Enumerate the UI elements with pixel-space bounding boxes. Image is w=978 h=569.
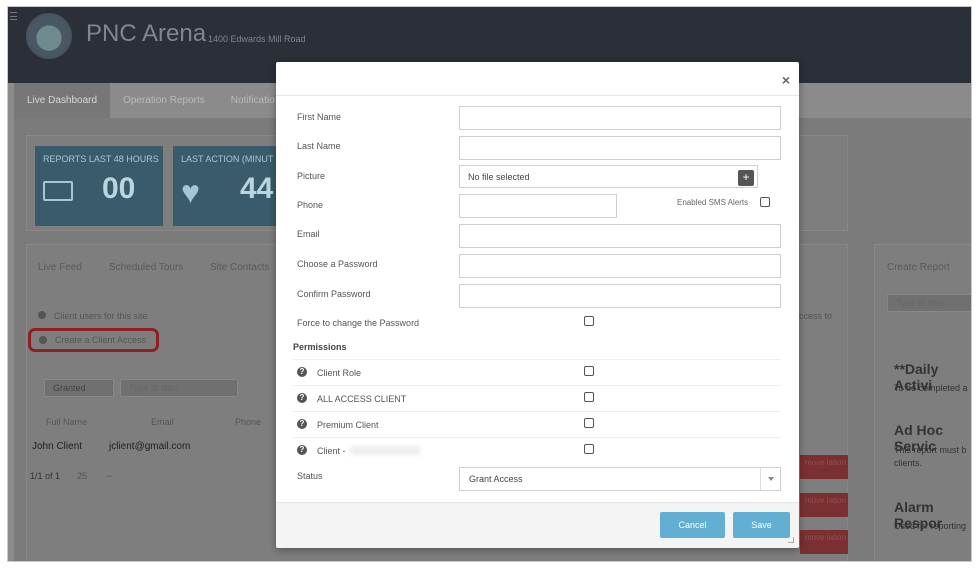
permission-label: Premium Client: [317, 420, 379, 430]
picture-label: Picture: [297, 171, 326, 181]
permission-checkbox[interactable]: [584, 366, 594, 376]
question-icon[interactable]: ?: [297, 393, 307, 403]
confirm-password-label: Confirm Password: [297, 289, 371, 299]
redacted-client-name: [350, 446, 420, 455]
question-icon[interactable]: ?: [297, 445, 307, 455]
phone-label: Phone: [297, 200, 324, 210]
picture-file-field[interactable]: No file selected +: [459, 165, 758, 188]
permissions-heading: Permissions: [293, 342, 347, 352]
status-label: Status: [297, 471, 323, 481]
permission-row: ? Client Role: [293, 359, 781, 385]
permission-label: Client -: [317, 446, 346, 456]
question-icon[interactable]: ?: [297, 419, 307, 429]
resize-handle-icon[interactable]: [788, 537, 794, 543]
force-change-password-label: Force to change the Password: [297, 318, 420, 328]
first-name-field[interactable]: [459, 106, 781, 130]
choose-password-field[interactable]: [459, 254, 781, 278]
last-name-field[interactable]: [459, 136, 781, 160]
modal-footer: Cancel Save: [276, 502, 799, 548]
enabled-sms-checkbox[interactable]: [760, 197, 770, 207]
permission-checkbox[interactable]: [584, 444, 594, 454]
last-name-label: Last Name: [297, 141, 341, 151]
permission-label: ALL ACCESS CLIENT: [317, 394, 407, 404]
status-select[interactable]: Grant Access: [459, 467, 781, 491]
permission-checkbox[interactable]: [584, 392, 594, 402]
phone-field[interactable]: [459, 194, 617, 218]
permission-label: Client Role: [317, 368, 362, 378]
status-selected-value: Grant Access: [469, 474, 523, 484]
enabled-sms-label: Enabled SMS Alerts: [677, 198, 749, 207]
force-change-password-checkbox[interactable]: [584, 316, 594, 326]
plus-icon[interactable]: +: [738, 170, 754, 186]
client-access-modal: × First Name Last Name Picture No file s…: [276, 62, 799, 548]
chevron-down-icon[interactable]: [760, 468, 780, 490]
permission-row: ? ALL ACCESS CLIENT: [293, 385, 781, 411]
email-label: Email: [297, 229, 320, 239]
first-name-label: First Name: [297, 112, 342, 122]
email-field[interactable]: [459, 224, 781, 248]
choose-password-label: Choose a Password: [297, 259, 378, 269]
close-icon[interactable]: ×: [782, 72, 790, 88]
cancel-button[interactable]: Cancel: [660, 512, 725, 538]
question-icon[interactable]: ?: [297, 367, 307, 377]
save-button[interactable]: Save: [733, 512, 790, 538]
picture-file-value: No file selected: [468, 172, 530, 182]
permission-row: ? Client -: [293, 437, 781, 463]
permission-checkbox[interactable]: [584, 418, 594, 428]
modal-header: [276, 62, 799, 96]
permission-row: ? Premium Client: [293, 411, 781, 437]
confirm-password-field[interactable]: [459, 284, 781, 308]
